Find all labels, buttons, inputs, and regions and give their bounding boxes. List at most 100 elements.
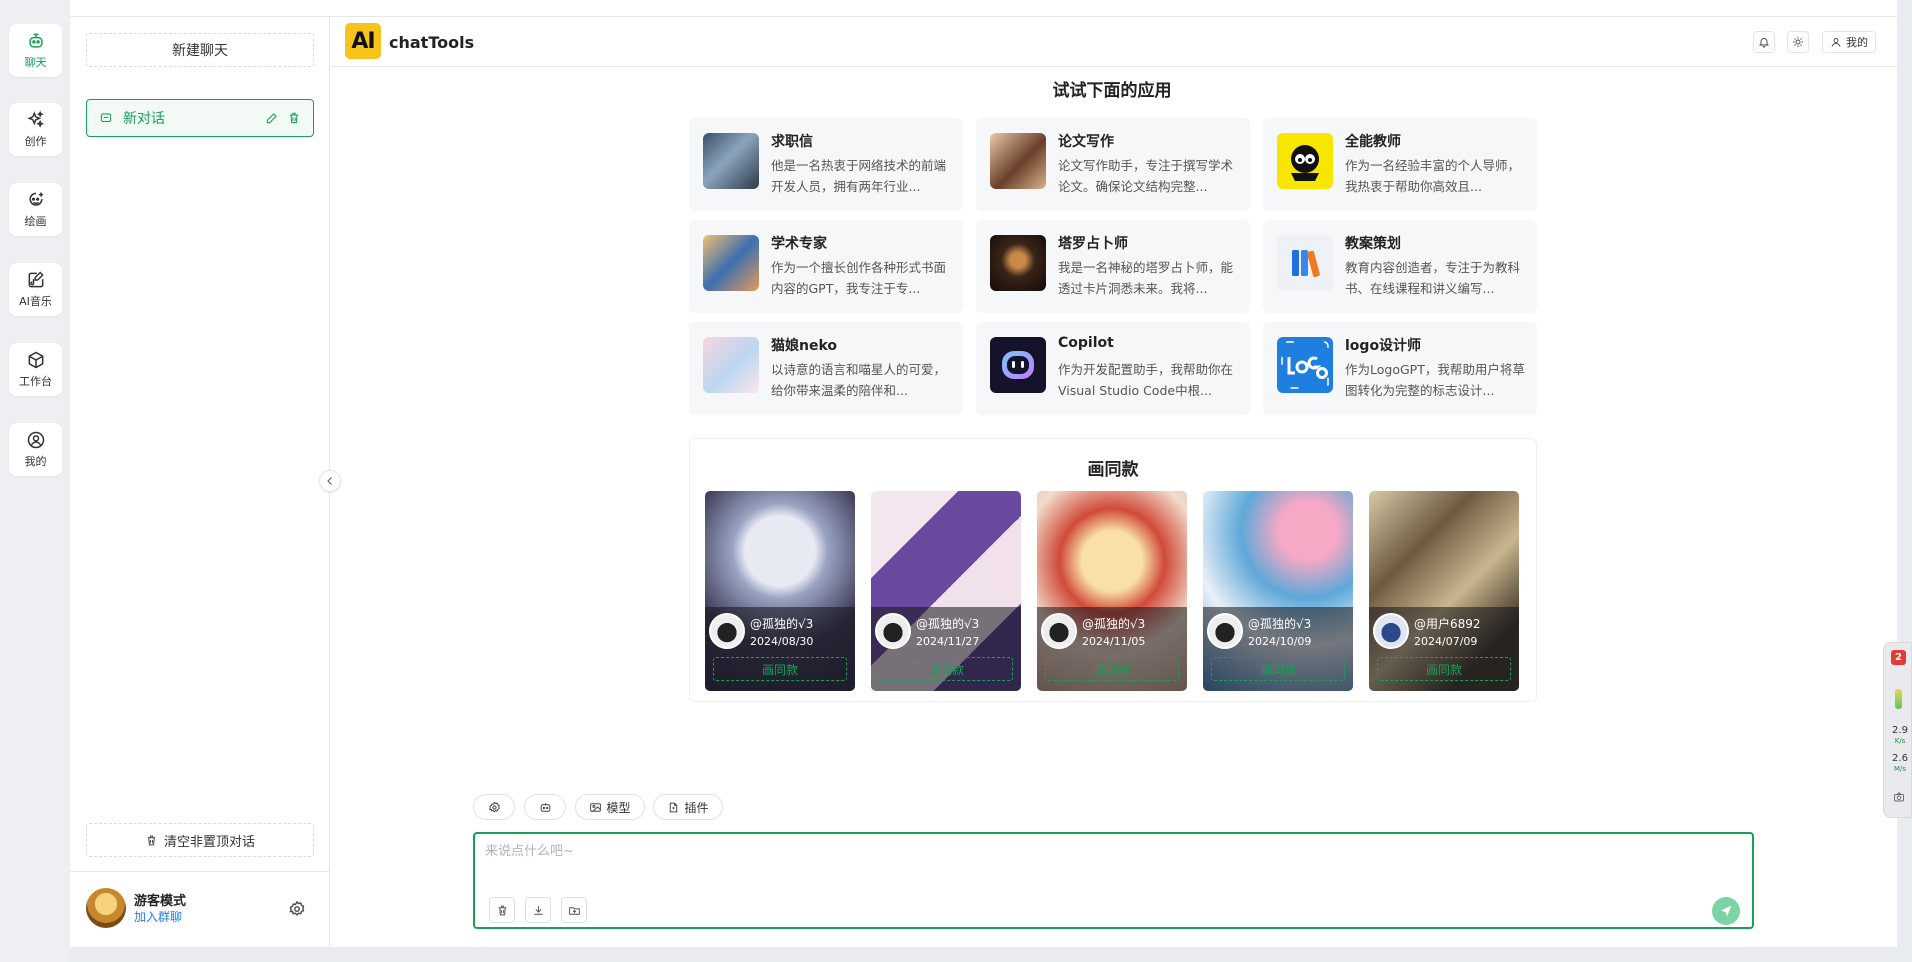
app-desc: 作为一名经验丰富的个人导师，我热衷于帮助你高效且... bbox=[1345, 158, 1521, 194]
edit-icon[interactable] bbox=[265, 111, 279, 125]
message-icon bbox=[100, 113, 112, 123]
app-thumbnail bbox=[990, 235, 1046, 291]
conversation-sidebar: 新建聊天 新对话 清空非置顶对话 游客模式 加入群聊 bbox=[70, 17, 330, 947]
download-button[interactable] bbox=[525, 897, 551, 923]
upload-speed-unit: K/s bbox=[1894, 737, 1906, 745]
app-name: 全能教师 bbox=[1345, 134, 1401, 150]
app-thumbnail bbox=[703, 235, 759, 291]
draw-same-button[interactable]: 画同款 bbox=[1377, 657, 1511, 681]
gallery-card[interactable]: @孤独的√3 2024/10/09 画同款 bbox=[1203, 491, 1353, 691]
app-name: 论文写作 bbox=[1058, 134, 1114, 150]
plugin-button[interactable]: 插件 bbox=[653, 794, 723, 820]
bell-icon bbox=[1758, 38, 1770, 48]
app-card[interactable]: 论文写作 论文写作助手，专注于撰写学术论文。确保论文结构完整... bbox=[976, 118, 1250, 211]
app-name: 学术专家 bbox=[771, 236, 827, 252]
image-draw-icon bbox=[28, 192, 43, 206]
chevron-left-icon bbox=[327, 477, 332, 485]
notification-button[interactable] bbox=[1753, 31, 1775, 53]
conversation-title: 新对话 bbox=[123, 111, 165, 127]
avatar bbox=[1041, 613, 1077, 649]
role-button[interactable] bbox=[524, 794, 566, 820]
camera-icon[interactable] bbox=[1893, 791, 1905, 803]
avatar bbox=[875, 613, 911, 649]
music-edit-icon bbox=[28, 271, 44, 288]
rail-item-create[interactable]: 创作 bbox=[9, 103, 62, 156]
rail-item-workbench[interactable]: 工作台 bbox=[9, 343, 62, 396]
app-card[interactable]: Copilot 作为开发配置助手，我帮助你在Visual Studio Code… bbox=[976, 322, 1250, 415]
new-chat-button[interactable]: 新建聊天 bbox=[86, 33, 314, 67]
clear-label: 清空非置顶对话 bbox=[163, 834, 255, 850]
model-button[interactable]: 模型 bbox=[575, 794, 645, 820]
app-rail: 聊天 创作 绘画 AI音乐 工作台 我的 bbox=[0, 0, 70, 962]
gallery-user: @用户6892 bbox=[1414, 617, 1481, 631]
app-card[interactable]: 求职信 他是一名热衷于网络技术的前端开发人员，拥有两年行业... bbox=[689, 118, 963, 211]
draw-same-gallery: 画同款 @孤独的√3 2024/08/30 画同款 @孤独的√3 2024/11… bbox=[689, 438, 1537, 702]
app-name: logo设计师 bbox=[1345, 338, 1422, 354]
rail-item-chat[interactable]: 聊天 bbox=[9, 24, 62, 77]
gear-icon[interactable] bbox=[288, 900, 306, 918]
app-card[interactable]: 猫娘neko 以诗意的语言和喵星人的可爱，给你带来温柔的陪伴和... bbox=[689, 322, 963, 415]
memory-bar bbox=[1895, 689, 1902, 709]
clear-input-button[interactable] bbox=[489, 897, 515, 923]
my-account-button[interactable]: 我的 bbox=[1822, 31, 1876, 53]
card-overlay: @孤独的√3 2024/11/27 画同款 bbox=[871, 607, 1021, 691]
draw-same-button[interactable]: 画同款 bbox=[713, 657, 847, 681]
draw-same-button[interactable]: 画同款 bbox=[879, 657, 1013, 681]
user-panel: 游客模式 加入群聊 bbox=[70, 871, 329, 947]
rail-item-music[interactable]: AI音乐 bbox=[9, 263, 62, 316]
gallery-user: @孤独的√3 bbox=[916, 617, 980, 631]
message-input[interactable] bbox=[485, 840, 1685, 880]
rail-label: AI音乐 bbox=[19, 295, 52, 308]
books-icon bbox=[1292, 250, 1320, 277]
app-card[interactable]: 教案策划 教育内容创造者，专注于为教科书、在线课程和讲义编写... bbox=[1263, 220, 1537, 313]
conversation-item[interactable]: 新对话 bbox=[86, 99, 314, 137]
app-card[interactable]: logo设计师 作为LogoGPT，我帮助用户将草图转化为完整的标志设计... bbox=[1263, 322, 1537, 415]
join-group-link[interactable]: 加入群聊 bbox=[134, 908, 182, 925]
gallery-card[interactable]: @用户6892 2024/07/09 画同款 bbox=[1369, 491, 1519, 691]
rail-label: 工作台 bbox=[19, 375, 52, 388]
gallery-card[interactable]: @孤独的√3 2024/11/05 画同款 bbox=[1037, 491, 1187, 691]
theme-toggle-button[interactable] bbox=[1787, 31, 1809, 53]
user-name: 游客模式 bbox=[134, 894, 187, 909]
gear-icon bbox=[488, 801, 500, 813]
app-desc: 作为开发配置助手，我帮助你在Visual Studio Code中根... bbox=[1058, 362, 1234, 398]
clear-conversations-button[interactable]: 清空非置顶对话 bbox=[86, 823, 314, 857]
message-composer bbox=[473, 832, 1754, 929]
avatar[interactable] bbox=[86, 888, 126, 928]
gallery-card[interactable]: @孤独的√3 2024/11/27 画同款 bbox=[871, 491, 1021, 691]
avatar bbox=[1373, 613, 1409, 649]
app-card[interactable]: 全能教师 作为一名经验丰富的个人导师，我热衷于帮助你高效且... bbox=[1263, 118, 1537, 211]
model-label: 模型 bbox=[606, 800, 631, 815]
sun-icon bbox=[1793, 37, 1803, 47]
collapse-sidebar-button[interactable] bbox=[319, 470, 341, 492]
app-desc: 他是一名热衷于网络技术的前端开发人员，拥有两年行业... bbox=[771, 158, 947, 194]
rail-item-draw[interactable]: 绘画 bbox=[9, 183, 62, 236]
download-speed: 2.6 M/s bbox=[1888, 753, 1912, 775]
app-card[interactable]: 塔罗占卜师 我是一名神秘的塔罗占卜师，能透过卡片洞悉未来。我将... bbox=[976, 220, 1250, 313]
robot-icon bbox=[540, 802, 550, 812]
trash-icon[interactable] bbox=[287, 111, 301, 125]
owl-reader-icon bbox=[1291, 145, 1319, 181]
user-circle-icon bbox=[27, 431, 44, 449]
plugin-icon bbox=[670, 802, 678, 812]
cube-icon bbox=[28, 351, 43, 369]
system-monitor-widget[interactable]: 2 2.9 K/s 2.6 M/s bbox=[1883, 642, 1912, 818]
draw-same-button[interactable]: 画同款 bbox=[1211, 657, 1345, 681]
gallery-date: 2024/11/27 bbox=[916, 635, 980, 648]
app-name: Copilot bbox=[1058, 335, 1114, 351]
app-desc: 我是一名神秘的塔罗占卜师，能透过卡片洞悉未来。我将... bbox=[1058, 260, 1234, 296]
upload-file-button[interactable] bbox=[561, 897, 587, 923]
app-thumbnail bbox=[1277, 235, 1333, 291]
app-thumbnail bbox=[703, 133, 759, 189]
logo-design-icon bbox=[1281, 341, 1329, 389]
gallery-card[interactable]: @孤独的√3 2024/08/30 画同款 bbox=[705, 491, 855, 691]
settings-button[interactable] bbox=[473, 794, 515, 820]
app-name: 教案策划 bbox=[1345, 236, 1401, 252]
draw-same-button[interactable]: 画同款 bbox=[1045, 657, 1179, 681]
rail-item-mine[interactable]: 我的 bbox=[9, 423, 62, 476]
app-desc: 作为LogoGPT，我帮助用户将草图转化为完整的标志设计... bbox=[1345, 362, 1525, 398]
send-button[interactable] bbox=[1712, 897, 1740, 925]
rail-label: 聊天 bbox=[24, 56, 47, 69]
app-desc: 教育内容创造者，专注于为教科书、在线课程和讲义编写... bbox=[1345, 260, 1521, 296]
app-card[interactable]: 学术专家 作为一个擅长创作各种形式书面内容的GPT，我专注于专... bbox=[689, 220, 963, 313]
